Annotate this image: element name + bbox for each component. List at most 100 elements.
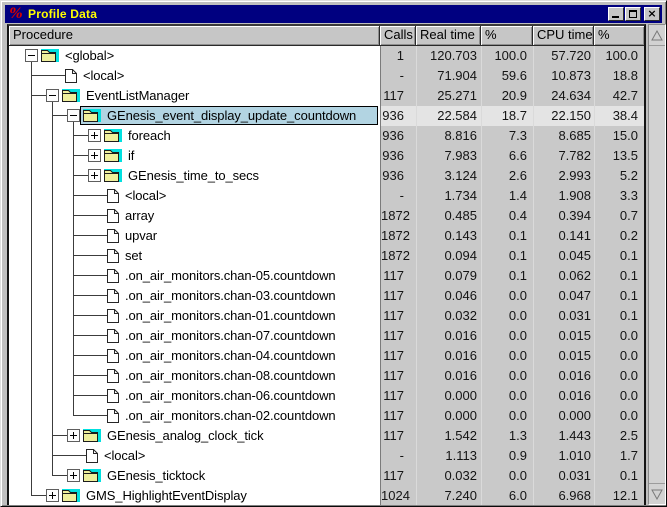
value-cell-cpu: 0.016 [533, 386, 594, 406]
procedure-label: .on_air_monitors.chan-06.countdown [125, 387, 336, 405]
tree-row[interactable]: <local>-1.1130.91.0101.7 [9, 446, 644, 466]
tree-row[interactable]: .on_air_monitors.chan-06.countdown1170.0… [9, 386, 644, 406]
tree-row[interactable]: EventListManager11725.27120.924.63442.7 [9, 86, 644, 106]
procedure-label: upvar [125, 227, 157, 245]
tree-row[interactable]: .on_air_monitors.chan-07.countdown1170.0… [9, 326, 644, 346]
tree-row[interactable]: foreach9368.8167.38.68515.0 [9, 126, 644, 146]
tree-row[interactable]: .on_air_monitors.chan-03.countdown1170.0… [9, 286, 644, 306]
value-cell-pct1: 0.0 [481, 406, 533, 426]
tree-row[interactable]: GEnesis_event_display_update_countdown93… [9, 106, 644, 126]
value-cell-real: 25.271 [416, 86, 481, 106]
tree-connector-line [31, 75, 65, 76]
column-header-real-pct[interactable]: % [481, 26, 533, 46]
minus-bar [49, 95, 56, 96]
tree-row[interactable]: GEnesis_analog_clock_tick1171.5421.31.44… [9, 426, 644, 446]
folder-icon [62, 89, 80, 102]
value-cell-real: 7.983 [416, 146, 481, 166]
collapse-minus-icon[interactable] [46, 89, 59, 102]
tree-row[interactable]: .on_air_monitors.chan-08.countdown1170.0… [9, 366, 644, 386]
procedure-label: set [125, 247, 142, 265]
titlebar-buttons: × [607, 7, 660, 21]
tree-row[interactable]: set18720.0940.10.0450.1 [9, 246, 644, 266]
tree-row[interactable]: .on_air_monitors.chan-04.countdown1170.0… [9, 346, 644, 366]
value-cell-pct1: 0.1 [481, 266, 533, 286]
expand-plus-icon[interactable] [88, 149, 101, 162]
tree-row[interactable]: .on_air_monitors.chan-02.countdown1170.0… [9, 406, 644, 426]
column-header-calls[interactable]: Calls [380, 26, 416, 46]
value-cell-calls: 1872 [380, 226, 416, 246]
value-cell-pct1: 0.0 [481, 466, 533, 486]
value-cell-real: 0.143 [416, 226, 481, 246]
title-bar[interactable]: % Profile Data × [5, 5, 662, 23]
procedure-label: GEnesis_ticktock [107, 467, 205, 485]
procedure-tree-table: <global>1120.703100.057.720100.0<local>-… [9, 46, 644, 505]
value-cell-cpu: 1.908 [533, 186, 594, 206]
procedure-cell: .on_air_monitors.chan-04.countdown [9, 346, 380, 366]
column-header-procedure[interactable]: Procedure [9, 26, 380, 46]
value-cell-pct2: 13.5 [594, 146, 644, 166]
value-cell-cpu: 7.782 [533, 146, 594, 166]
profiler-percent-icon: % [8, 7, 24, 22]
profile-data-window: % Profile Data × Procedure Calls Real ti… [0, 0, 667, 507]
value-cell-cpu: 6.968 [533, 486, 594, 505]
procedure-cell: foreach [9, 126, 380, 146]
procedure-cell: set [9, 246, 380, 266]
procedure-label: .on_air_monitors.chan-08.countdown [125, 367, 336, 385]
expand-plus-icon[interactable] [88, 169, 101, 182]
procedure-cell: .on_air_monitors.chan-02.countdown [9, 406, 380, 426]
expand-plus-icon[interactable] [46, 489, 59, 502]
value-cell-real: 1.113 [416, 446, 481, 466]
scroll-down-button[interactable] [649, 483, 665, 504]
expand-plus-icon[interactable] [67, 429, 80, 442]
maximize-icon [629, 10, 637, 18]
value-cell-calls: 936 [380, 166, 416, 186]
tree-connector-line [73, 315, 107, 316]
tree-row[interactable]: if9367.9836.67.78213.5 [9, 146, 644, 166]
procedure-label: <local> [83, 67, 124, 85]
value-cell-real: 0.046 [416, 286, 481, 306]
document-icon [107, 289, 119, 303]
procedure-label: .on_air_monitors.chan-02.countdown [125, 407, 336, 425]
tree-row[interactable]: array18720.4850.40.3940.7 [9, 206, 644, 226]
column-header-real-time[interactable]: Real time [416, 26, 481, 46]
tree-row[interactable]: <local>-1.7341.41.9083.3 [9, 186, 644, 206]
expand-plus-icon[interactable] [88, 129, 101, 142]
value-cell-calls: 1024 [380, 486, 416, 505]
value-cell-real: 3.124 [416, 166, 481, 186]
tree-row[interactable]: GMS_HighlightEventDisplay10247.2406.06.9… [9, 486, 644, 505]
tree-connector-line [73, 175, 88, 176]
plus-bar [73, 432, 74, 439]
procedure-label: .on_air_monitors.chan-07.countdown [125, 327, 336, 345]
value-cell-pct2: 0.1 [594, 306, 644, 326]
column-header-row: Procedure Calls Real time % CPU time % [9, 26, 644, 46]
scroll-up-button[interactable] [649, 25, 665, 46]
tree-row[interactable]: .on_air_monitors.chan-01.countdown1170.0… [9, 306, 644, 326]
tree-row[interactable]: <local>-71.90459.610.87318.8 [9, 66, 644, 86]
column-header-cpu-pct[interactable]: % [594, 26, 644, 46]
column-header-cpu-time[interactable]: CPU time [533, 26, 594, 46]
procedure-cell: upvar [9, 226, 380, 246]
value-cell-real: 0.485 [416, 206, 481, 226]
collapse-minus-icon[interactable] [25, 49, 38, 62]
minimize-button[interactable] [608, 7, 624, 21]
value-cell-cpu: 0.015 [533, 326, 594, 346]
tree-row[interactable]: GEnesis_ticktock1170.0320.00.0310.1 [9, 466, 644, 486]
value-cell-real: 8.816 [416, 126, 481, 146]
folder-icon [62, 489, 80, 502]
tree-connector-line [73, 295, 107, 296]
tree-row[interactable]: <global>1120.703100.057.720100.0 [9, 46, 644, 66]
procedure-label: GEnesis_time_to_secs [128, 167, 259, 185]
tree-row[interactable]: upvar18720.1430.10.1410.2 [9, 226, 644, 246]
maximize-button[interactable] [625, 7, 641, 21]
tree-row[interactable]: GEnesis_time_to_secs9363.1242.62.9935.2 [9, 166, 644, 186]
collapse-minus-icon[interactable] [67, 109, 80, 122]
scrollbar-thumb[interactable] [649, 46, 665, 483]
expand-plus-icon[interactable] [67, 469, 80, 482]
tree-row[interactable]: .on_air_monitors.chan-05.countdown1170.0… [9, 266, 644, 286]
value-cell-cpu: 10.873 [533, 66, 594, 86]
value-cell-real: 7.240 [416, 486, 481, 505]
close-button[interactable]: × [644, 7, 660, 21]
value-cell-pct2: 100.0 [594, 46, 644, 66]
vertical-scrollbar[interactable] [648, 24, 666, 505]
value-cell-pct1: 0.9 [481, 446, 533, 466]
